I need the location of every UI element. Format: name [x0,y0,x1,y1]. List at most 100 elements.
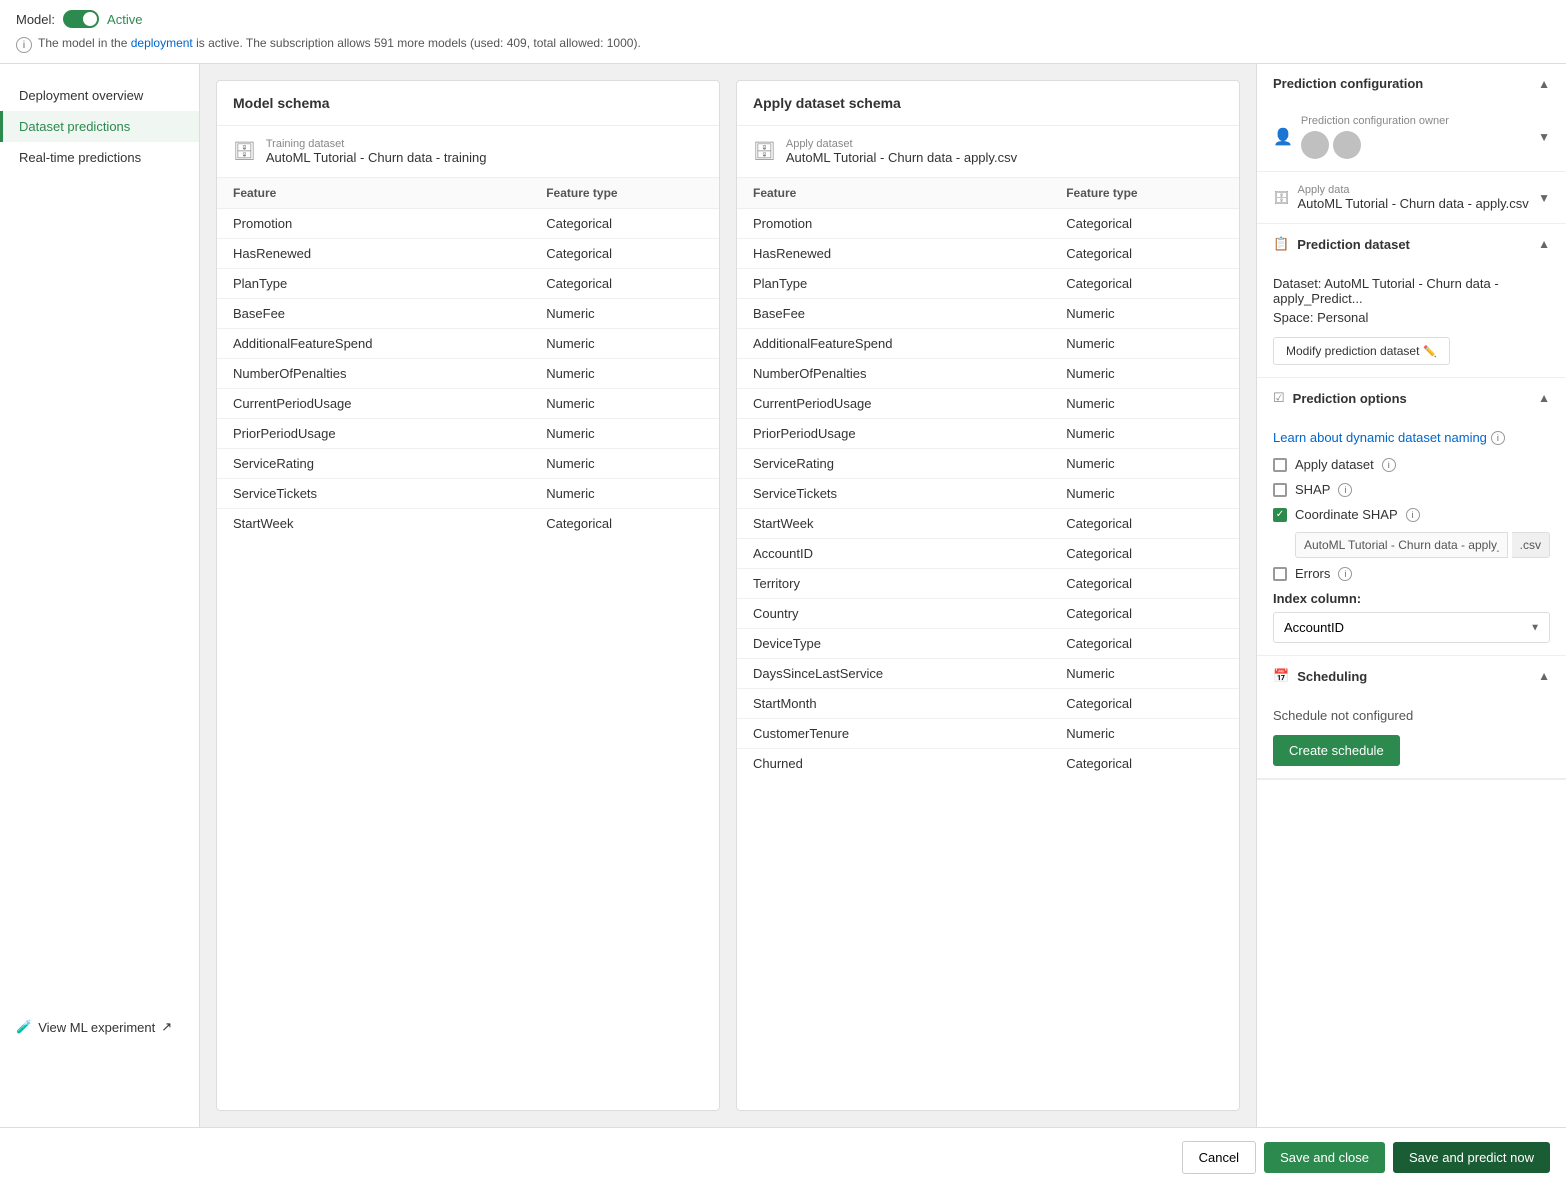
index-column-select[interactable]: AccountID None [1273,612,1550,643]
errors-info-icon[interactable]: i [1338,567,1352,581]
sidebar-item-realtime-predictions[interactable]: Real-time predictions [0,142,199,173]
owner-label: Prediction configuration owner [1301,115,1449,127]
table-row: BaseFeeNumeric [217,299,719,329]
index-column-select-wrapper: AccountID None [1273,612,1550,643]
table-row: StartWeekCategorical [737,509,1239,539]
learn-link[interactable]: Learn about dynamic dataset naming i [1273,430,1550,445]
avatar-2 [1333,131,1361,159]
table-row: CustomerTenureNumeric [737,719,1239,749]
scheduling-chevron: ▲ [1538,669,1550,683]
modify-label: Modify prediction dataset [1286,344,1419,358]
model-schema-title: Model schema [217,81,719,126]
save-close-button[interactable]: Save and close [1264,1142,1385,1173]
table-row: CountryCategorical [737,599,1239,629]
center-content: Model schema 🗄 Training dataset AutoML T… [200,64,1256,1127]
table-row: PromotionCategorical [217,209,719,239]
owner-info: 👤 Prediction configuration owner [1273,115,1449,159]
table-row: AccountIDCategorical [737,539,1239,569]
errors-checkbox[interactable] [1273,567,1287,581]
apply-data-section: 🗄 Apply data AutoML Tutorial - Churn dat… [1257,172,1566,224]
shap-file-extension: .csv [1512,532,1550,558]
owner-section: 👤 Prediction configuration owner ▼ [1257,103,1566,172]
model-col-type: Feature type [530,178,719,209]
sidebar-item-deployment-overview[interactable]: Deployment overview [0,80,199,111]
prediction-options-chevron: ▲ [1538,391,1550,405]
bottom-bar: Cancel Save and close Save and predict n… [0,1127,1566,1187]
scheduling-header[interactable]: 📅 Scheduling ▲ [1257,656,1566,696]
coordinate-shap-info-icon[interactable]: i [1406,508,1420,522]
model-active-label: Active [107,12,142,27]
coordinate-shap-option-label: Coordinate SHAP [1295,507,1398,522]
owner-row: 👤 Prediction configuration owner ▼ [1273,115,1550,159]
index-column-label: Index column: [1273,591,1550,606]
prediction-config-header[interactable]: Prediction configuration ▲ [1257,64,1566,103]
table-row: HasRenewedCategorical [217,239,719,269]
info-text: The model in the deployment is active. T… [38,36,641,50]
main-area: Deployment overview Dataset predictions … [0,64,1566,1127]
view-experiment-label: View ML experiment [38,1020,155,1035]
prediction-dataset-content: Dataset: AutoML Tutorial - Churn data - … [1257,264,1566,377]
table-row: PriorPeriodUsageNumeric [737,419,1239,449]
apply-schema-panel: Apply dataset schema 🗄 Apply dataset Aut… [736,80,1240,1111]
errors-option-row: Errors i [1273,566,1550,581]
table-row: CurrentPeriodUsageNumeric [737,389,1239,419]
create-schedule-button[interactable]: Create schedule [1273,735,1400,766]
apply-data-label: Apply data [1298,184,1529,196]
apply-schema-table: Feature Feature type PromotionCategorica… [737,178,1239,778]
prediction-options-header[interactable]: ☑ Prediction options ▲ [1257,378,1566,418]
db-icon-apply: 🗄 [753,141,776,162]
table-row: PlanTypeCategorical [217,269,719,299]
external-link-icon: ↗ [161,1019,172,1035]
table-row: ServiceRatingNumeric [737,449,1239,479]
table-row: BaseFeeNumeric [737,299,1239,329]
apply-dataset-name: AutoML Tutorial - Churn data - apply.csv [786,150,1017,165]
table-row: DeviceTypeCategorical [737,629,1239,659]
prediction-config-section: Prediction configuration ▲ 👤 Prediction … [1257,64,1566,780]
db-icon-right: 🗄 [1273,190,1290,206]
learn-info-icon[interactable]: i [1491,431,1505,445]
model-toggle[interactable] [63,10,99,28]
table-row: ServiceRatingNumeric [217,449,719,479]
table-row: PromotionCategorical [737,209,1239,239]
shap-checkbox[interactable] [1273,483,1287,497]
apply-data-row: 🗄 Apply data AutoML Tutorial - Churn dat… [1273,184,1550,211]
prediction-options-section: ☑ Prediction options ▲ Learn about dynam… [1257,378,1566,656]
prediction-dataset-chevron: ▲ [1538,237,1550,251]
model-schema-table: Feature Feature type PromotionCategorica… [217,178,719,538]
save-predict-button[interactable]: Save and predict now [1393,1142,1550,1173]
apply-dataset-checkbox[interactable] [1273,458,1287,472]
edit-icon: ✏️ [1423,345,1437,358]
table-row: NumberOfPenaltiesNumeric [737,359,1239,389]
prediction-dataset-header[interactable]: 📋 Prediction dataset ▲ [1257,224,1566,264]
sidebar: Deployment overview Dataset predictions … [0,64,200,1127]
table-row: ServiceTicketsNumeric [217,479,719,509]
deployment-link[interactable]: deployment [131,36,193,50]
schedule-not-configured: Schedule not configured [1273,708,1550,723]
apply-data-info: 🗄 Apply data AutoML Tutorial - Churn dat… [1273,184,1529,211]
avatar-1 [1301,131,1329,159]
coordinate-shap-checkbox[interactable] [1273,508,1287,522]
db-icon-model: 🗄 [233,141,256,162]
shap-filename-input[interactable] [1295,532,1508,558]
shap-option-label: SHAP [1295,482,1330,497]
apply-dataset-info-icon[interactable]: i [1382,458,1396,472]
prediction-dataset-line2: Space: Personal [1273,310,1550,325]
apply-data-chevron: ▼ [1538,191,1550,205]
table-row: CurrentPeriodUsageNumeric [217,389,719,419]
apply-dataset-info: 🗄 Apply dataset AutoML Tutorial - Churn … [737,126,1239,178]
prediction-options-content: Learn about dynamic dataset naming i App… [1257,418,1566,655]
model-dataset-name: AutoML Tutorial - Churn data - training [266,150,487,165]
sidebar-item-dataset-predictions[interactable]: Dataset predictions [0,111,199,142]
modify-prediction-dataset-button[interactable]: Modify prediction dataset ✏️ [1273,337,1450,365]
apply-schema-title: Apply dataset schema [737,81,1239,126]
shap-info-icon[interactable]: i [1338,483,1352,497]
right-panel: Prediction configuration ▲ 👤 Prediction … [1256,64,1566,1127]
table-row: PlanTypeCategorical [737,269,1239,299]
table-row: StartWeekCategorical [217,509,719,539]
view-experiment-link[interactable]: 🧪 View ML experiment ↗ [16,1019,183,1035]
info-icon: i [16,37,32,53]
cancel-button[interactable]: Cancel [1182,1141,1256,1174]
apply-col-type: Feature type [1050,178,1239,209]
table-row: ChurnedCategorical [737,749,1239,779]
toggle-thumb [83,12,97,26]
